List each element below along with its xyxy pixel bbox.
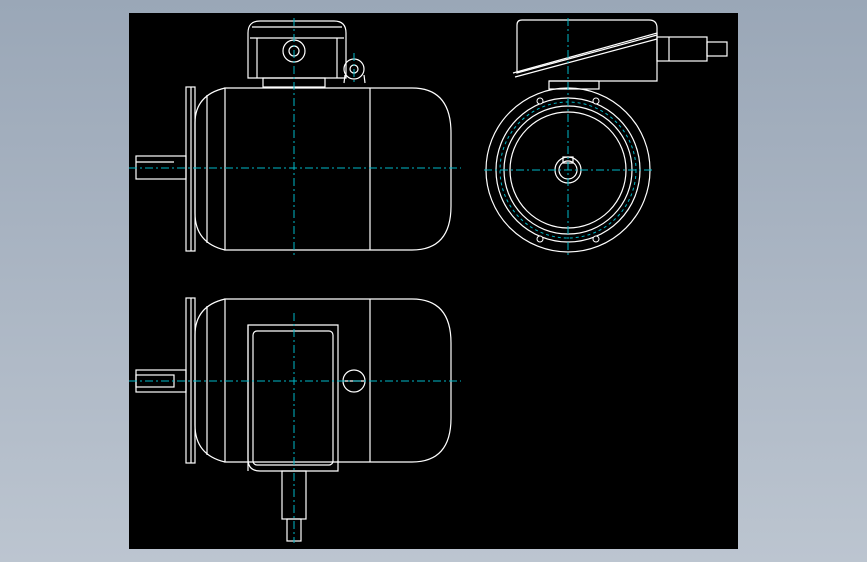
cable-gland [656, 36, 728, 62]
side-view-top [129, 18, 461, 258]
top-view [129, 297, 461, 543]
terminal-box-angled [516, 19, 658, 74]
motor-body [224, 87, 452, 251]
cad-drawing [129, 18, 728, 543]
end-shield [194, 87, 226, 251]
terminal-box [247, 20, 347, 88]
drawing-sheet[interactable] [129, 13, 738, 549]
front-view [484, 18, 728, 258]
viewport [0, 0, 867, 562]
terminal-box-top [247, 324, 339, 472]
